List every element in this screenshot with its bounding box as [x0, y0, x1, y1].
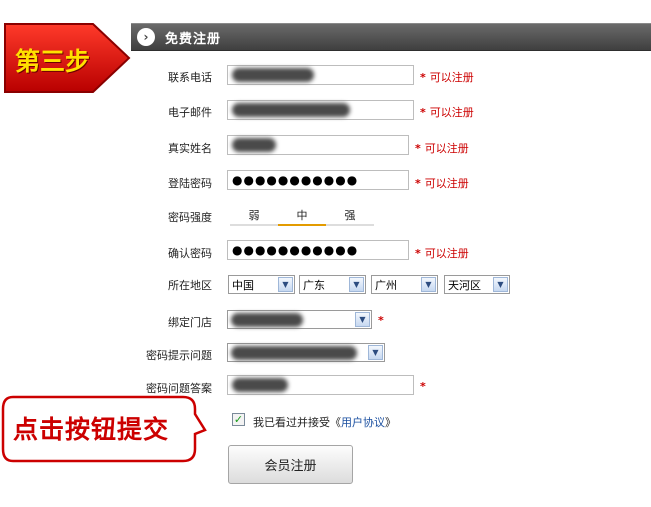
chevron-right-icon: › — [137, 28, 155, 46]
email-hint: * 可以注册 — [420, 106, 474, 119]
section-title: 免费注册 — [165, 32, 222, 47]
question-select[interactable]: ▼ — [227, 343, 385, 362]
confirm-label: 确认密码 — [168, 247, 212, 260]
redacted-value — [231, 345, 357, 360]
email-input[interactable] — [227, 100, 414, 120]
region-label: 所在地区 — [168, 279, 212, 292]
strength-indicator — [278, 224, 326, 226]
answer-input[interactable] — [227, 375, 414, 395]
name-hint: * 可以注册 — [415, 142, 469, 155]
strength-strong: 强 — [344, 209, 356, 222]
redacted-value — [232, 138, 276, 152]
redacted-value — [231, 312, 303, 327]
chevron-down-icon[interactable]: ▼ — [421, 277, 436, 292]
answer-required: * — [420, 380, 426, 393]
country-select[interactable]: 中国 ▼ — [228, 275, 295, 294]
password-label: 登陆密码 — [168, 177, 212, 190]
submit-callout: 点击按钮提交 — [1, 394, 207, 464]
district-select[interactable]: 天河区 ▼ — [444, 275, 510, 294]
chevron-down-icon[interactable]: ▼ — [368, 345, 383, 360]
confirm-password-input[interactable]: ●●●●●●●●●●● — [227, 240, 409, 260]
strength-medium: 中 — [296, 209, 308, 222]
redacted-value — [232, 68, 314, 82]
question-label: 密码提示问题 — [146, 349, 212, 362]
chevron-down-icon[interactable]: ▼ — [355, 312, 370, 327]
password-mask: ●●●●●●●●●●● — [232, 173, 359, 187]
phone-hint: * 可以注册 — [420, 71, 474, 84]
phone-input[interactable] — [227, 65, 414, 85]
password-hint: * 可以注册 — [415, 177, 469, 190]
chevron-down-icon[interactable]: ▼ — [278, 277, 293, 292]
redacted-value — [232, 103, 350, 117]
store-required: * — [378, 314, 384, 327]
password-input[interactable]: ●●●●●●●●●●● — [227, 170, 409, 190]
user-agreement-link[interactable]: 用户协议 — [341, 416, 385, 429]
confirm-password-mask: ●●●●●●●●●●● — [232, 243, 359, 257]
chevron-down-icon[interactable]: ▼ — [349, 277, 364, 292]
agree-checkbox[interactable]: ✓ — [232, 413, 245, 426]
callout-label: 点击按钮提交 — [13, 415, 170, 444]
agreement-text: 我已看过并接受《用户协议》 — [253, 416, 396, 429]
city-select[interactable]: 广州 ▼ — [371, 275, 438, 294]
section-header: › 免费注册 — [131, 23, 651, 51]
phone-label: 联系电话 — [168, 71, 212, 84]
name-input[interactable] — [227, 135, 409, 155]
strength-label: 密码强度 — [168, 211, 212, 224]
name-label: 真实姓名 — [168, 142, 212, 155]
chevron-down-icon[interactable]: ▼ — [493, 277, 508, 292]
password-strength-meter: 弱 中 强 — [230, 205, 374, 227]
email-label: 电子邮件 — [168, 106, 212, 119]
strength-weak: 弱 — [248, 209, 260, 222]
store-select[interactable]: ▼ — [227, 310, 372, 329]
confirm-hint: * 可以注册 — [415, 247, 469, 260]
province-select[interactable]: 广东 ▼ — [299, 275, 366, 294]
register-button[interactable]: 会员注册 — [228, 445, 353, 484]
store-label: 绑定门店 — [168, 316, 212, 329]
redacted-value — [232, 378, 288, 392]
